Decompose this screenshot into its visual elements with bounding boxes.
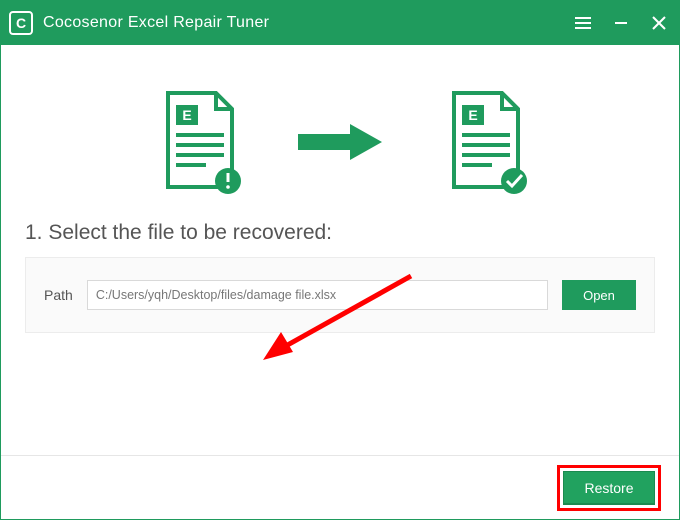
svg-text:E: E xyxy=(182,107,191,123)
restore-button[interactable]: Restore xyxy=(563,471,655,505)
illustration: E xyxy=(1,91,679,191)
path-input[interactable] xyxy=(87,280,548,310)
svg-text:E: E xyxy=(468,107,477,123)
app-logo-letter: C xyxy=(16,15,26,31)
damaged-file-icon: E xyxy=(160,91,234,191)
minimize-button[interactable] xyxy=(611,13,631,33)
close-button[interactable] xyxy=(649,13,669,33)
step-heading: 1. Select the file to be recovered: xyxy=(25,221,679,245)
path-card: Path Open xyxy=(25,257,655,333)
menu-button[interactable] xyxy=(573,13,593,33)
open-button[interactable]: Open xyxy=(562,280,636,310)
window-controls xyxy=(573,13,669,33)
minimize-icon xyxy=(613,15,629,31)
app-logo: C xyxy=(9,11,33,35)
path-label: Path xyxy=(44,287,73,303)
window-title: Cocosenor Excel Repair Tuner xyxy=(43,14,573,32)
footer: Restore xyxy=(1,455,679,519)
repaired-file-icon: E xyxy=(446,91,520,191)
hamburger-icon xyxy=(574,16,592,30)
arrow-right-icon xyxy=(294,120,386,169)
close-icon xyxy=(651,15,667,31)
content-area: E xyxy=(1,45,679,455)
app-window: C Cocosenor Excel Repair Tuner xyxy=(0,0,680,520)
restore-highlight: Restore xyxy=(557,465,661,511)
titlebar: C Cocosenor Excel Repair Tuner xyxy=(1,1,679,45)
